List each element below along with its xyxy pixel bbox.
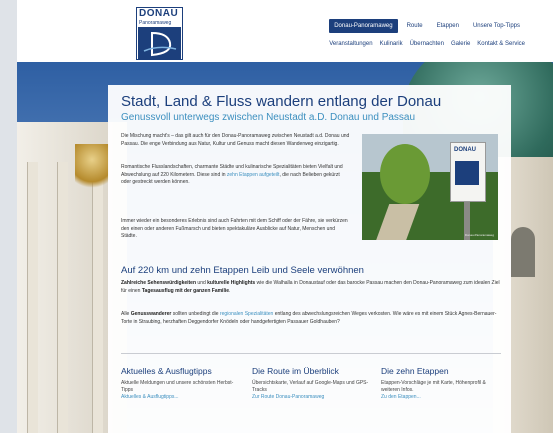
photo-caption: Donau-Panoramaweg — [464, 233, 494, 237]
teaser-title[interactable]: Die Route im Überblick — [252, 366, 372, 376]
page-subtitle: Genussvoll unterwegs zwischen Neustadt a… — [121, 112, 416, 123]
teaser-description: Etappen-Vorschläge je mit Karte, Höhenpr… — [381, 380, 486, 393]
nav-kontakt-service[interactable]: Kontakt & Service — [477, 41, 525, 47]
golden-statue-image — [75, 144, 109, 196]
teaser-link[interactable]: Aktuelles & Ausflugtipps... — [121, 394, 241, 401]
nav-etappen[interactable]: Etappen — [432, 19, 464, 33]
hiking-sign-photo: DONAU Donau-Panoramaweg — [362, 134, 498, 240]
teaser-link[interactable]: Zur Route Donau-Panoramaweg — [252, 394, 372, 401]
content-card: Stadt, Land & Fluss wandern entlang der … — [108, 85, 511, 433]
primary-nav: Donau-Panoramaweg Route Etappen Unsere T… — [329, 19, 525, 33]
teaser-description: Aktuelle Meldungen und unsere schönsten … — [121, 380, 234, 393]
section-divider — [121, 353, 501, 354]
sign-text: DONAU — [454, 147, 476, 153]
genuss-paragraph: Alle Genusswanderer sollten unbedingt di… — [121, 311, 497, 325]
etappen-link[interactable]: zehn Etappen aufgeteilt — [227, 172, 280, 178]
nav-donau-panoramaweg[interactable]: Donau-Panoramaweg — [329, 19, 398, 33]
secondary-nav: Veranstaltungen Kulinarik Übernachten Ga… — [329, 41, 525, 47]
paragraph-schiff: Immer wieder ein besonderes Erlebnis sin… — [121, 218, 348, 239]
spezialitaeten-link[interactable]: regionalen Spezialitäten — [220, 311, 273, 317]
intro-paragraph: Die Mischung macht's – das gilt auch für… — [121, 133, 350, 147]
teaser-title[interactable]: Die zehn Etappen — [381, 366, 501, 376]
teaser-title[interactable]: Aktuelles & Ausflugtipps — [121, 366, 241, 376]
trail-sign: DONAU — [450, 142, 486, 202]
teaser-aktuelles: Aktuelles & Ausflugtipps Aktuelle Meldun… — [121, 366, 241, 401]
logo-emblem — [138, 27, 181, 59]
nav-uebernachten[interactable]: Übernachten — [410, 41, 444, 47]
nav-kulinarik[interactable]: Kulinarik — [380, 41, 403, 47]
site-header: DONAU Panoramaweg Donau-Panoramaweg Rout… — [17, 0, 553, 62]
teaser-route: Die Route im Überblick Übersichtskarte, … — [252, 366, 372, 401]
teaser-description: Übersichtskarte, Verlauf auf Google-Maps… — [252, 380, 369, 393]
site-logo[interactable]: DONAU Panoramaweg — [136, 7, 183, 60]
logo-subtitle: Panoramaweg — [139, 20, 172, 26]
nav-galerie[interactable]: Galerie — [451, 41, 470, 47]
paragraph-etappen: Romantische Flusslandschaften, charmante… — [121, 164, 343, 185]
nav-veranstaltungen[interactable]: Veranstaltungen — [329, 41, 372, 47]
logo-title: DONAU — [139, 8, 179, 19]
highlights-paragraph: Zahlreiche Sehenswürdigkeiten und kultur… — [121, 280, 500, 294]
teaser-link[interactable]: Zu den Etappen... — [381, 394, 501, 401]
nav-top-tipps[interactable]: Unsere Top-Tipps — [468, 19, 525, 33]
page-title: Stadt, Land & Fluss wandern entlang der … — [121, 93, 442, 110]
section-heading: Auf 220 km und zehn Etappen Leib und See… — [121, 265, 364, 276]
teaser-etappen: Die zehn Etappen Etappen-Vorschläge je m… — [381, 366, 501, 401]
nav-route[interactable]: Route — [402, 19, 428, 33]
